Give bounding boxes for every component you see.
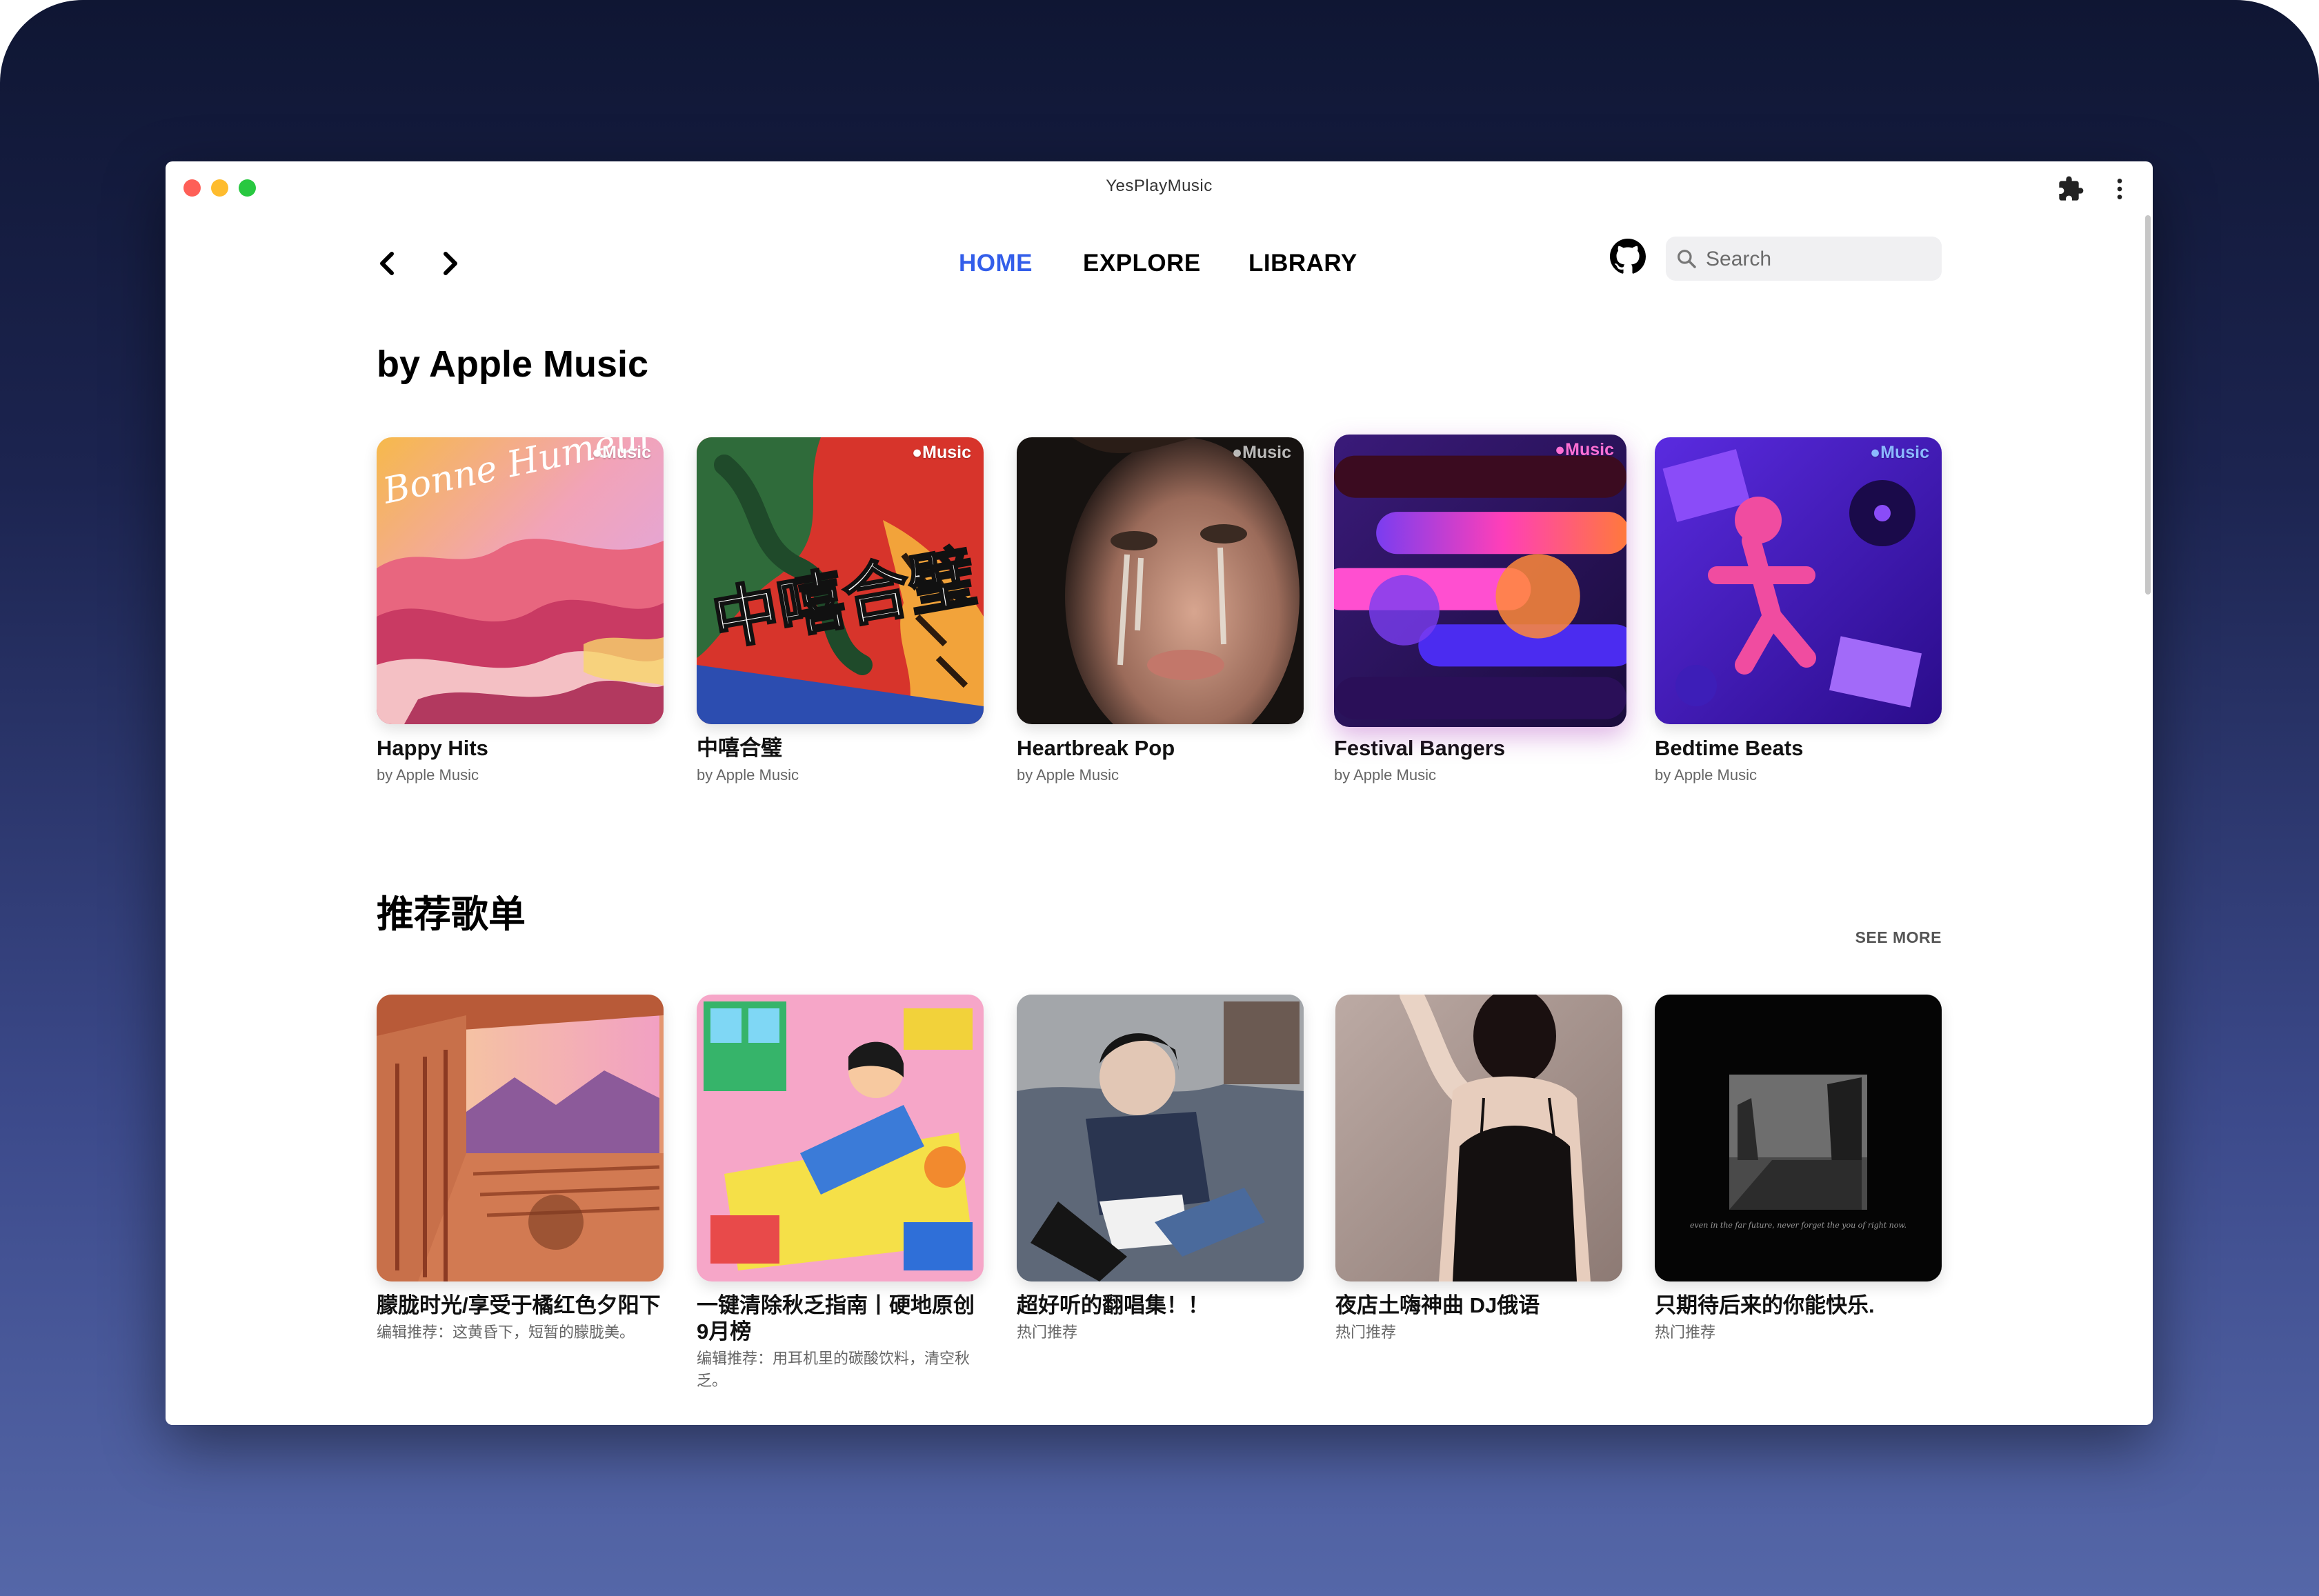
playlist-title[interactable]: Heartbreak Pop	[1017, 735, 1304, 761]
desktop-background: YesPlayMusic HOME EXPLORE LIBRARY Search…	[0, 0, 2319, 1596]
title-bar: YesPlayMusic	[166, 161, 2153, 215]
playlist-cover[interactable]: Bonne Humeur ●Music	[377, 437, 664, 724]
cover-art	[1017, 437, 1304, 724]
section-title-apple-music: by Apple Music	[377, 343, 649, 385]
section-title-recommend: 推荐歌单	[377, 894, 526, 935]
search-input[interactable]	[1704, 237, 1935, 282]
cover-art: even in the far future, never forget the…	[1655, 995, 1942, 1281]
badge-label: Music	[602, 443, 651, 462]
chevron-right-icon[interactable]	[437, 243, 465, 284]
cover-text: even in the far future, never forget the…	[1690, 1221, 1907, 1230]
cover-art	[1334, 435, 1626, 727]
apple-logo-icon: ●	[1232, 443, 1243, 462]
cover-art	[1017, 995, 1304, 1281]
playlist-card[interactable]: Bonne Humeur ●Music Happy Hits by Apple …	[377, 437, 664, 786]
playlist-cover[interactable]: even in the far future, never forget the…	[1655, 995, 1942, 1281]
playlist-title[interactable]: 一键清除秋乏指南丨硬地原创9月榜	[697, 1293, 984, 1345]
playlist-title[interactable]: 朦胧时光/享受于橘红色夕阳下	[377, 1293, 664, 1319]
apple-music-badge: ●Music	[592, 443, 651, 463]
cover-art	[1335, 995, 1622, 1281]
playlist-subtitle: 编辑推荐：这黄昏下，短暂的朦胧美。	[377, 1324, 635, 1341]
apple-music-badge: ●Music	[912, 443, 971, 463]
playlist-cover[interactable]: ●Music	[1655, 437, 1942, 724]
tab-home[interactable]: HOME	[959, 244, 1033, 283]
apple-music-badge: ●Music	[1870, 443, 1929, 463]
playlist-cover[interactable]	[1335, 995, 1622, 1281]
playlist-subtitle: by Apple Music	[1655, 766, 1757, 784]
playlist-cover[interactable]: 中嘻合璧 ●Music	[697, 437, 984, 724]
playlist-subtitle: by Apple Music	[697, 766, 799, 784]
playlist-cover[interactable]	[377, 995, 664, 1281]
see-more-link[interactable]: SEE MORE	[1849, 928, 1942, 947]
cover-art: 中嘻合璧	[697, 437, 984, 724]
playlist-cover[interactable]: ●Music	[1017, 437, 1304, 724]
tab-library[interactable]: LIBRARY	[1248, 244, 1357, 283]
playlist-card[interactable]: even in the far future, never forget the…	[1655, 995, 1942, 1344]
playlist-card[interactable]: 中嘻合璧 ●Music 中嘻合璧 by Apple Music	[697, 437, 984, 786]
apple-logo-icon: ●	[1870, 443, 1881, 462]
badge-label: Music	[922, 443, 971, 462]
playlist-subtitle: by Apple Music	[377, 766, 479, 784]
window-title: YesPlayMusic	[1106, 177, 1213, 195]
playlist-card[interactable]: ●Music Festival Bangers by Apple Music	[1334, 435, 1626, 786]
playlist-cover[interactable]: ●Music	[1334, 435, 1626, 727]
playlist-subtitle: 热门推荐	[1655, 1324, 1716, 1341]
cover-art	[1655, 437, 1942, 724]
playlist-card[interactable]: ●Music Heartbreak Pop by Apple Music	[1017, 437, 1304, 786]
playlist-subtitle: 编辑推荐：用耳机里的碳酸饮料，清空秋乏。	[697, 1350, 971, 1389]
playlist-card[interactable]: ●Music Bedtime Beats by Apple Music	[1655, 437, 1942, 786]
playlist-subtitle: by Apple Music	[1017, 766, 1119, 784]
playlist-title[interactable]: 超好听的翻唱集！！	[1017, 1293, 1304, 1319]
playlist-card[interactable]: 一键清除秋乏指南丨硬地原创9月榜 编辑推荐：用耳机里的碳酸饮料，清空秋乏。	[697, 995, 984, 1392]
playlist-card[interactable]: 朦胧时光/享受于橘红色夕阳下 编辑推荐：这黄昏下，短暂的朦胧美。	[377, 995, 664, 1344]
badge-label: Music	[1880, 443, 1929, 462]
playlist-title[interactable]: 夜店土嗨神曲 DJ俄语	[1335, 1293, 1622, 1319]
badge-label: Music	[1565, 440, 1614, 459]
playlist-subtitle: by Apple Music	[1334, 766, 1436, 784]
playlist-card[interactable]: 夜店土嗨神曲 DJ俄语 热门推荐	[1335, 995, 1622, 1344]
playlist-subtitle: 热门推荐	[1017, 1324, 1078, 1341]
search-box[interactable]	[1666, 237, 1942, 282]
playlist-cover[interactable]	[697, 995, 984, 1281]
playlist-title[interactable]: 只期待后来的你能快乐.	[1655, 1293, 1942, 1319]
chevron-left-icon[interactable]	[372, 243, 400, 284]
playlist-cover[interactable]	[1017, 995, 1304, 1281]
badge-label: Music	[1242, 443, 1291, 462]
apple-music-badge: ●Music	[1232, 443, 1291, 463]
more-vert-icon[interactable]	[2109, 175, 2130, 203]
app-window: YesPlayMusic HOME EXPLORE LIBRARY Search…	[166, 161, 2153, 1425]
playlist-title[interactable]: Happy Hits	[377, 735, 664, 761]
apple-logo-icon: ●	[912, 443, 923, 462]
scrollbar-thumb[interactable]	[2145, 215, 2151, 595]
cover-art	[697, 995, 984, 1281]
apple-logo-icon: ●	[592, 443, 603, 462]
playlist-title[interactable]: Festival Bangers	[1334, 735, 1621, 761]
playlist-card[interactable]: 超好听的翻唱集！！ 热门推荐	[1017, 995, 1304, 1344]
extension-icon[interactable]	[2057, 175, 2084, 203]
tab-explore[interactable]: EXPLORE	[1083, 244, 1201, 283]
apple-logo-icon: ●	[1555, 440, 1566, 459]
cover-art: Bonne Humeur	[377, 437, 664, 724]
playlist-title[interactable]: Bedtime Beats	[1655, 735, 1942, 761]
playlist-title[interactable]: 中嘻合璧	[697, 735, 984, 761]
cover-art	[377, 995, 664, 1281]
playlist-subtitle: 热门推荐	[1335, 1324, 1397, 1341]
apple-music-badge: ●Music	[1555, 440, 1614, 460]
search-icon	[1678, 250, 1696, 268]
github-icon[interactable]	[1610, 239, 1646, 275]
